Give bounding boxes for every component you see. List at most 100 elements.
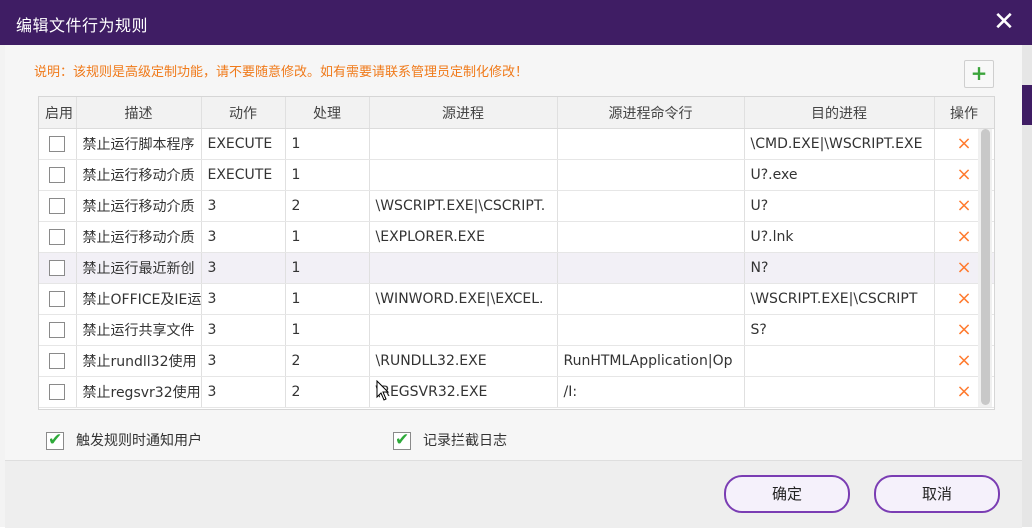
cell-enabled xyxy=(39,190,77,222)
column-header-source-cmdline[interactable]: 源进程命令行 xyxy=(557,97,745,129)
cell-action: 3 xyxy=(201,314,286,346)
delete-icon[interactable]: × xyxy=(956,259,971,277)
enable-checkbox[interactable] xyxy=(49,229,66,245)
log-block-label: 记录拦截日志 xyxy=(423,433,507,449)
delete-icon[interactable]: × xyxy=(956,383,971,401)
enable-checkbox[interactable] xyxy=(49,260,66,276)
enable-checkbox[interactable] xyxy=(49,167,66,183)
cell-source-cmdline xyxy=(557,221,745,253)
cell-description: 禁止运行移动介质 xyxy=(76,190,202,222)
delete-icon[interactable]: × xyxy=(956,228,971,246)
column-header-operation[interactable]: 操作 xyxy=(934,97,994,129)
cell-handling: 2 xyxy=(285,345,370,377)
cell-handling: 2 xyxy=(285,190,370,222)
cell-source-cmdline xyxy=(557,190,745,222)
cell-description: 禁止OFFICE及IE运 xyxy=(76,283,202,315)
cell-target-process: U?.exe xyxy=(744,159,935,191)
delete-icon[interactable]: × xyxy=(956,197,971,215)
cell-action: EXECUTE xyxy=(201,159,286,191)
enable-checkbox[interactable] xyxy=(49,291,66,307)
cell-source-cmdline: /I: xyxy=(557,376,745,408)
cell-source-process: \WINWORD.EXE|\EXCEL. xyxy=(369,283,558,315)
cell-handling: 1 xyxy=(285,159,370,191)
table-row[interactable]: 禁止regsvr32使用 3 2 \REGSVR32.EXE/I: × xyxy=(39,376,994,408)
column-header-action[interactable]: 动作 xyxy=(201,97,286,129)
cell-handling: 1 xyxy=(285,128,370,160)
scrollbar-thumb[interactable] xyxy=(981,129,990,405)
cell-source-cmdline xyxy=(557,314,745,346)
cell-description: 禁止运行移动介质 xyxy=(76,221,202,253)
cell-handling: 1 xyxy=(285,252,370,284)
table-row[interactable]: 禁止OFFICE及IE运 3 1 \WINWORD.EXE|\EXCEL. \WSCRI… xyxy=(39,283,994,315)
enable-checkbox[interactable] xyxy=(49,322,66,338)
cell-source-process xyxy=(369,128,558,160)
background-window-accent xyxy=(1022,85,1032,125)
enable-checkbox[interactable] xyxy=(49,198,66,214)
cell-source-cmdline xyxy=(557,128,745,160)
table-row[interactable]: 禁止运行脚本程序 EXECUTE 1 \CMD.EXE|\WSCRIPT.EXE × xyxy=(39,128,994,160)
cell-description: 禁止运行最近新创 xyxy=(76,252,202,284)
cell-target-process: \WSCRIPT.EXE|\CSCRIPT xyxy=(744,283,935,315)
cell-action: 3 xyxy=(201,190,286,222)
delete-icon[interactable]: × xyxy=(956,352,971,370)
close-icon[interactable]: ✕ xyxy=(990,8,1018,36)
cell-enabled xyxy=(39,252,77,284)
cell-source-process: \REGSVR32.EXE xyxy=(369,376,558,408)
column-header-target-process[interactable]: 目的进程 xyxy=(744,97,935,129)
cell-description: 禁止运行共享文件 xyxy=(76,314,202,346)
cell-target-process: U?.lnk xyxy=(744,221,935,253)
cell-action: 3 xyxy=(201,376,286,408)
table-row[interactable]: 禁止运行最近新创 3 1 N? × xyxy=(39,252,994,284)
plus-icon: + xyxy=(970,61,988,85)
table-row[interactable]: 禁止运行移动介质 EXECUTE 1 U?.exe × xyxy=(39,159,994,191)
ok-button[interactable]: 确定 xyxy=(724,475,850,513)
cell-action: 3 xyxy=(201,221,286,253)
cell-description: 禁止运行移动介质 xyxy=(76,159,202,191)
delete-icon[interactable]: × xyxy=(956,290,971,308)
cell-enabled xyxy=(39,128,77,160)
cell-handling: 1 xyxy=(285,314,370,346)
cell-enabled xyxy=(39,159,77,191)
checkmark-icon: ✔ xyxy=(395,430,410,450)
delete-icon[interactable]: × xyxy=(956,166,971,184)
cancel-button[interactable]: 取消 xyxy=(874,475,1000,513)
rules-table: 启用 描述 动作 处理 源进程 源进程命令行 目的进程 操作 禁止运行脚本程序 E… xyxy=(38,96,995,410)
cell-handling: 1 xyxy=(285,283,370,315)
column-header-description[interactable]: 描述 xyxy=(76,97,202,129)
table-row[interactable]: 禁止运行移动介质 3 2 \WSCRIPT.EXE|\CSCRIPT. U? × xyxy=(39,190,994,222)
table-scrollbar[interactable] xyxy=(978,129,992,407)
cell-enabled xyxy=(39,314,77,346)
delete-icon[interactable]: × xyxy=(956,135,971,153)
cell-target-process: \CMD.EXE|\WSCRIPT.EXE xyxy=(744,128,935,160)
log-block-checkbox[interactable]: ✔ xyxy=(393,430,411,450)
column-header-enabled[interactable]: 启用 xyxy=(39,97,77,129)
cell-target-process: U? xyxy=(744,190,935,222)
cell-source-process xyxy=(369,314,558,346)
table-row[interactable]: 禁止运行共享文件 3 1 S? × xyxy=(39,314,994,346)
log-block-option[interactable]: ✔ 记录拦截日志 xyxy=(393,430,507,450)
cell-enabled xyxy=(39,221,77,253)
cell-action: 3 xyxy=(201,252,286,284)
column-header-handling[interactable]: 处理 xyxy=(285,97,370,129)
enable-checkbox[interactable] xyxy=(49,384,66,400)
table-row[interactable]: 禁止运行移动介质 3 1 \EXPLORER.EXE U?.lnk × xyxy=(39,221,994,253)
table-row[interactable]: 禁止rundll32使用 3 2 \RUNDLL32.EXE RunHTMLApplic… xyxy=(39,345,994,377)
background-window-edge xyxy=(1022,45,1032,527)
cell-enabled xyxy=(39,283,77,315)
notify-user-label: 触发规则时通知用户 xyxy=(76,433,202,449)
dialog-title: 编辑文件行为规则 xyxy=(16,16,149,35)
notify-user-checkbox[interactable]: ✔ xyxy=(46,430,64,450)
cell-target-process: S? xyxy=(744,314,935,346)
enable-checkbox[interactable] xyxy=(49,136,66,152)
cell-source-process xyxy=(369,252,558,284)
cell-enabled xyxy=(39,376,77,408)
add-rule-button[interactable]: + xyxy=(964,60,994,88)
column-header-source-process[interactable]: 源进程 xyxy=(369,97,558,129)
edit-file-behavior-rules-dialog: 编辑文件行为规则 ✕ 说明：该规则是高级定制功能，请不要随意修改。如有需要请联系… xyxy=(0,0,1032,528)
dialog-footer xyxy=(5,460,1022,528)
cell-source-cmdline: RunHTMLApplication|Op xyxy=(557,345,745,377)
enable-checkbox[interactable] xyxy=(49,353,66,369)
delete-icon[interactable]: × xyxy=(956,321,971,339)
notify-user-option[interactable]: ✔ 触发规则时通知用户 xyxy=(46,430,202,450)
mouse-cursor-icon xyxy=(376,380,390,401)
